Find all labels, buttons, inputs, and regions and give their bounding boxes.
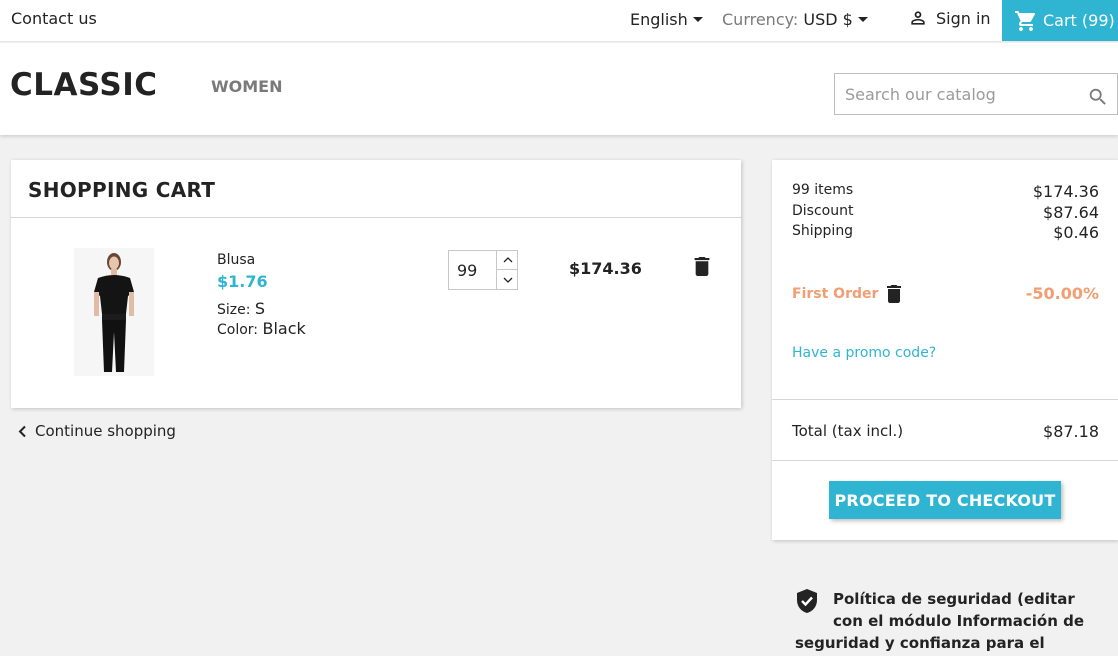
language-label: English xyxy=(630,10,688,29)
summary-shipping-value: $0.46 xyxy=(1053,223,1099,242)
currency-selector[interactable]: Currency: USD $ xyxy=(722,10,868,29)
shopping-cart-icon xyxy=(1015,10,1035,31)
trash-icon[interactable] xyxy=(694,257,710,276)
summary-total-value: $87.18 xyxy=(1043,422,1099,441)
summary-shipping-row: Shipping $0.46 xyxy=(792,223,1099,242)
size-value: S xyxy=(254,299,266,318)
top-nav: Contact us English Currency: USD $ Sign … xyxy=(0,0,1118,42)
proceed-to-checkout-button[interactable]: PROCEED TO CHECKOUT xyxy=(829,481,1061,519)
sign-in-link[interactable]: Sign in xyxy=(908,8,991,28)
line-total: $174.36 xyxy=(569,259,642,278)
search-icon[interactable] xyxy=(1087,86,1109,108)
contact-us-link[interactable]: Contact us xyxy=(11,9,97,28)
quantity-decrease-button[interactable] xyxy=(496,270,518,289)
product-size: Size: S xyxy=(217,299,265,318)
reassurance-block: Política de seguridad (editar con el mód… xyxy=(795,588,1095,656)
voucher-name: First Order xyxy=(792,284,902,303)
reassurance-text: Política de seguridad (editar con el mód… xyxy=(795,590,1085,652)
chevron-left-icon xyxy=(18,425,26,437)
summary-discount-label: Discount xyxy=(792,203,854,219)
header: CLASSIC WOMEN xyxy=(0,43,1118,135)
color-value: Black xyxy=(262,319,306,338)
shopping-cart-panel: SHOPPING CART Blusa $1.76 Size: S Color:… xyxy=(11,160,741,408)
cart-label: Cart (99) xyxy=(1043,11,1115,30)
menu-item-women[interactable]: WOMEN xyxy=(211,77,283,96)
caret-down-icon xyxy=(692,17,703,22)
product-name-link[interactable]: Blusa xyxy=(217,252,255,268)
chevron-up-icon xyxy=(503,257,512,263)
trash-icon[interactable] xyxy=(887,284,902,303)
voucher-label: First Order xyxy=(792,285,879,302)
currency-value: USD $ xyxy=(803,10,853,29)
product-image[interactable] xyxy=(74,248,154,376)
user-icon xyxy=(911,11,925,25)
quantity-input[interactable] xyxy=(449,251,496,289)
page-title: SHOPPING CART xyxy=(28,178,216,202)
continue-shopping-label: Continue shopping xyxy=(35,422,176,440)
size-label: Size: xyxy=(217,302,251,318)
cart-header: SHOPPING CART xyxy=(11,160,741,218)
shield-check-icon xyxy=(797,589,817,613)
summary-discount-value: $87.64 xyxy=(1043,203,1099,222)
summary-discount-row: Discount $87.64 xyxy=(792,203,1099,222)
summary-shipping-label: Shipping xyxy=(792,223,854,239)
search-box xyxy=(834,73,1118,115)
summary-items-label: 99 items xyxy=(792,182,854,198)
cart-summary: 99 items $174.36 Discount $87.64 Shippin… xyxy=(772,160,1118,540)
search-input[interactable] xyxy=(835,74,1085,114)
cart-button[interactable]: Cart (99) xyxy=(1002,0,1118,41)
promo-code-link[interactable]: Have a promo code? xyxy=(792,345,936,361)
divider xyxy=(772,399,1118,400)
continue-shopping-link[interactable]: Continue shopping xyxy=(18,422,176,440)
language-selector[interactable]: English xyxy=(630,10,703,29)
sign-in-label: Sign in xyxy=(936,8,991,28)
voucher-row: First Order -50.00% xyxy=(792,284,1099,303)
quantity-increase-button[interactable] xyxy=(496,251,518,270)
logo[interactable]: CLASSIC xyxy=(10,67,158,103)
voucher-value: -50.00% xyxy=(1025,284,1099,303)
quantity-stepper xyxy=(448,250,518,290)
chevron-down-icon xyxy=(503,277,512,283)
summary-total-row: Total (tax incl.) $87.18 xyxy=(792,422,1099,441)
divider xyxy=(772,460,1118,461)
color-label: Color: xyxy=(217,322,259,338)
product-price: $1.76 xyxy=(217,272,268,291)
product-color: Color: Black xyxy=(217,319,306,338)
summary-items-row: 99 items $174.36 xyxy=(792,182,1099,201)
summary-items-value: $174.36 xyxy=(1032,182,1099,201)
summary-total-label: Total (tax incl.) xyxy=(792,422,904,440)
caret-down-icon xyxy=(857,17,868,22)
currency-label: Currency: xyxy=(722,10,799,29)
